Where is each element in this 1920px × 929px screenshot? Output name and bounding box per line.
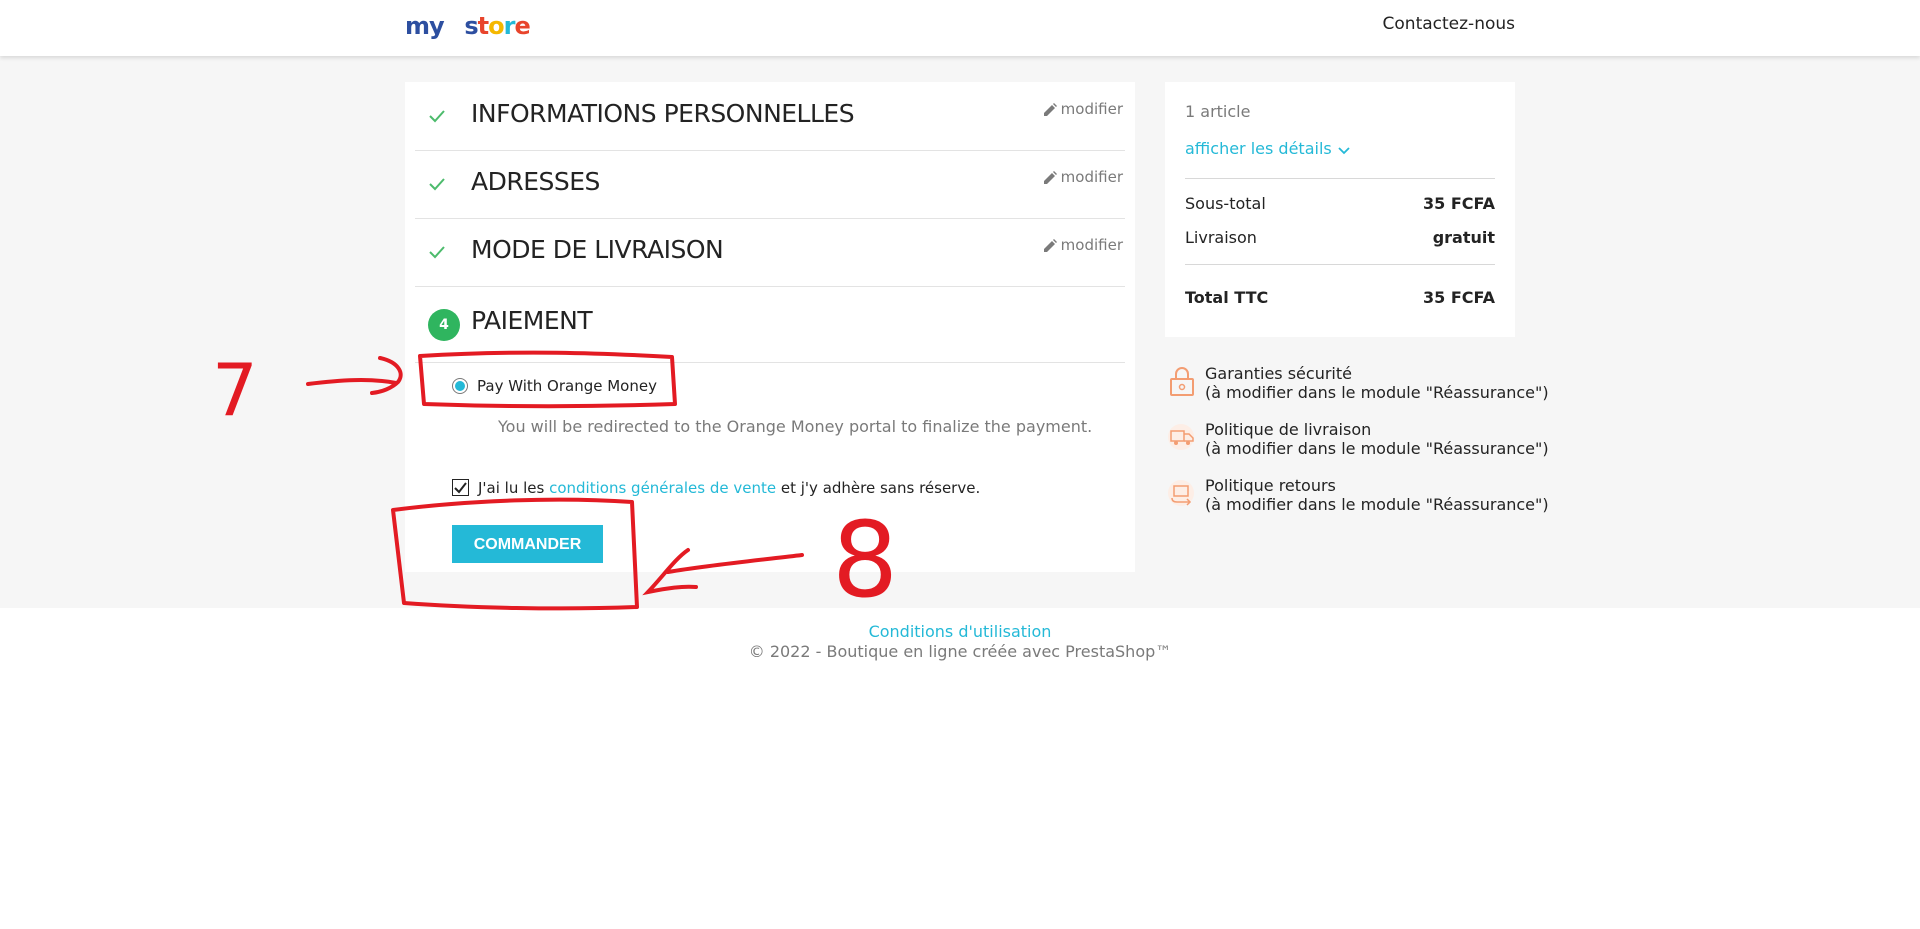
truck-icon xyxy=(1168,424,1194,450)
terms-suffix: et j'y adhère sans réserve. xyxy=(776,479,981,497)
reassurance-returns: Politique retours (à modifier dans le mod… xyxy=(1165,476,1549,518)
terms-checkbox[interactable] xyxy=(452,479,469,496)
subtotal-label: Sous-total xyxy=(1185,194,1266,213)
edit-label: modifier xyxy=(1060,168,1123,186)
pencil-icon xyxy=(1043,239,1057,252)
logo-letter-o: o xyxy=(488,12,504,40)
terms-label: J'ai lu les conditions générales de vent… xyxy=(478,479,980,497)
show-details-link[interactable]: afficher les détails xyxy=(1185,139,1350,158)
shipping-label: Livraison xyxy=(1185,228,1257,247)
return-icon xyxy=(1168,480,1194,506)
reassurance-note: (à modifier dans le module "Réassurance"… xyxy=(1205,495,1549,514)
step-delivery[interactable]: MODE DE LIVRAISON modifier xyxy=(415,218,1125,287)
step-number-badge: 4 xyxy=(428,309,460,341)
terms-link[interactable]: conditions générales de vente xyxy=(549,479,776,497)
edit-label: modifier xyxy=(1060,100,1123,118)
reassurance-title: Politique retours xyxy=(1205,476,1336,495)
chevron-down-icon xyxy=(1338,147,1350,155)
site-header: my store Contactez-nous xyxy=(0,0,1920,56)
logo-letter-t: t xyxy=(477,12,490,40)
checkmark-icon xyxy=(454,482,467,494)
site-footer: Conditions d'utilisation © 2022 - Boutiq… xyxy=(0,622,1920,662)
reassurance-delivery: Politique de livraison (à modifier dans l… xyxy=(1165,420,1549,462)
reassurance-text: Garanties sécurité (à modifier dans le mo… xyxy=(1205,364,1549,402)
checkout-steps-card: INFORMATIONS PERSONNELLES modifier ADRES… xyxy=(405,82,1135,572)
reassurance-title: Politique de livraison xyxy=(1205,420,1372,439)
step-title: ADRESSES xyxy=(471,167,600,196)
logo-letter-s: s xyxy=(464,12,478,40)
step-title: PAIEMENT xyxy=(471,306,593,335)
logo-my: my xyxy=(405,12,445,40)
payment-option-note: You will be redirected to the Orange Mon… xyxy=(498,417,1093,436)
lock-icon xyxy=(1170,367,1194,396)
divider xyxy=(1185,264,1495,265)
reassurance-note: (à modifier dans le module "Réassurance"… xyxy=(1205,439,1549,458)
pencil-icon xyxy=(1043,171,1057,184)
contact-link[interactable]: Contactez-nous xyxy=(1383,14,1515,34)
terms-prefix: J'ai lu les xyxy=(478,479,550,497)
payment-option-label[interactable]: Pay With Orange Money xyxy=(477,377,657,395)
step-payment: 4 PAIEMENT xyxy=(415,286,1125,363)
payment-radio[interactable] xyxy=(452,378,468,394)
store-logo[interactable]: my store xyxy=(405,12,531,40)
subtotal-value: 35 FCFA xyxy=(1423,194,1495,213)
edit-label: modifier xyxy=(1060,236,1123,254)
shipping-value: gratuit xyxy=(1432,228,1495,247)
order-button[interactable]: COMMANDER xyxy=(452,525,603,563)
edit-link[interactable]: modifier xyxy=(1043,168,1123,186)
divider xyxy=(1185,178,1495,179)
cart-summary: 1 article afficher les détails Sous-tota… xyxy=(1165,82,1515,337)
reassurance-text: Politique de livraison (à modifier dans l… xyxy=(1205,420,1549,458)
footer-copyright: © 2022 - Boutique en ligne créée avec Pr… xyxy=(748,642,1172,661)
pencil-icon xyxy=(1043,103,1057,116)
reassurance-note: (à modifier dans le module "Réassurance"… xyxy=(1205,383,1549,402)
reassurance-title: Garanties sécurité xyxy=(1205,364,1352,383)
logo-letter-e: e xyxy=(514,12,531,40)
step-title: INFORMATIONS PERSONNELLES xyxy=(471,99,855,128)
logo-letter-r: r xyxy=(503,12,516,40)
reassurance-security: Garanties sécurité (à modifier dans le mo… xyxy=(1165,364,1549,406)
step-personal-info[interactable]: INFORMATIONS PERSONNELLES modifier xyxy=(415,82,1125,151)
edit-link[interactable]: modifier xyxy=(1043,100,1123,118)
check-icon xyxy=(429,246,445,259)
edit-link[interactable]: modifier xyxy=(1043,236,1123,254)
show-details-label: afficher les détails xyxy=(1185,139,1332,158)
reassurance-text: Politique retours (à modifier dans le mod… xyxy=(1205,476,1549,514)
step-addresses[interactable]: ADRESSES modifier xyxy=(415,150,1125,219)
check-icon xyxy=(429,110,445,123)
check-icon xyxy=(429,178,445,191)
total-label: Total TTC xyxy=(1185,288,1269,307)
step-title: MODE DE LIVRAISON xyxy=(471,235,724,264)
articles-count: 1 article xyxy=(1185,102,1251,121)
footer-terms-link[interactable]: Conditions d'utilisation xyxy=(0,622,1920,642)
total-value: 35 FCFA xyxy=(1423,288,1495,307)
